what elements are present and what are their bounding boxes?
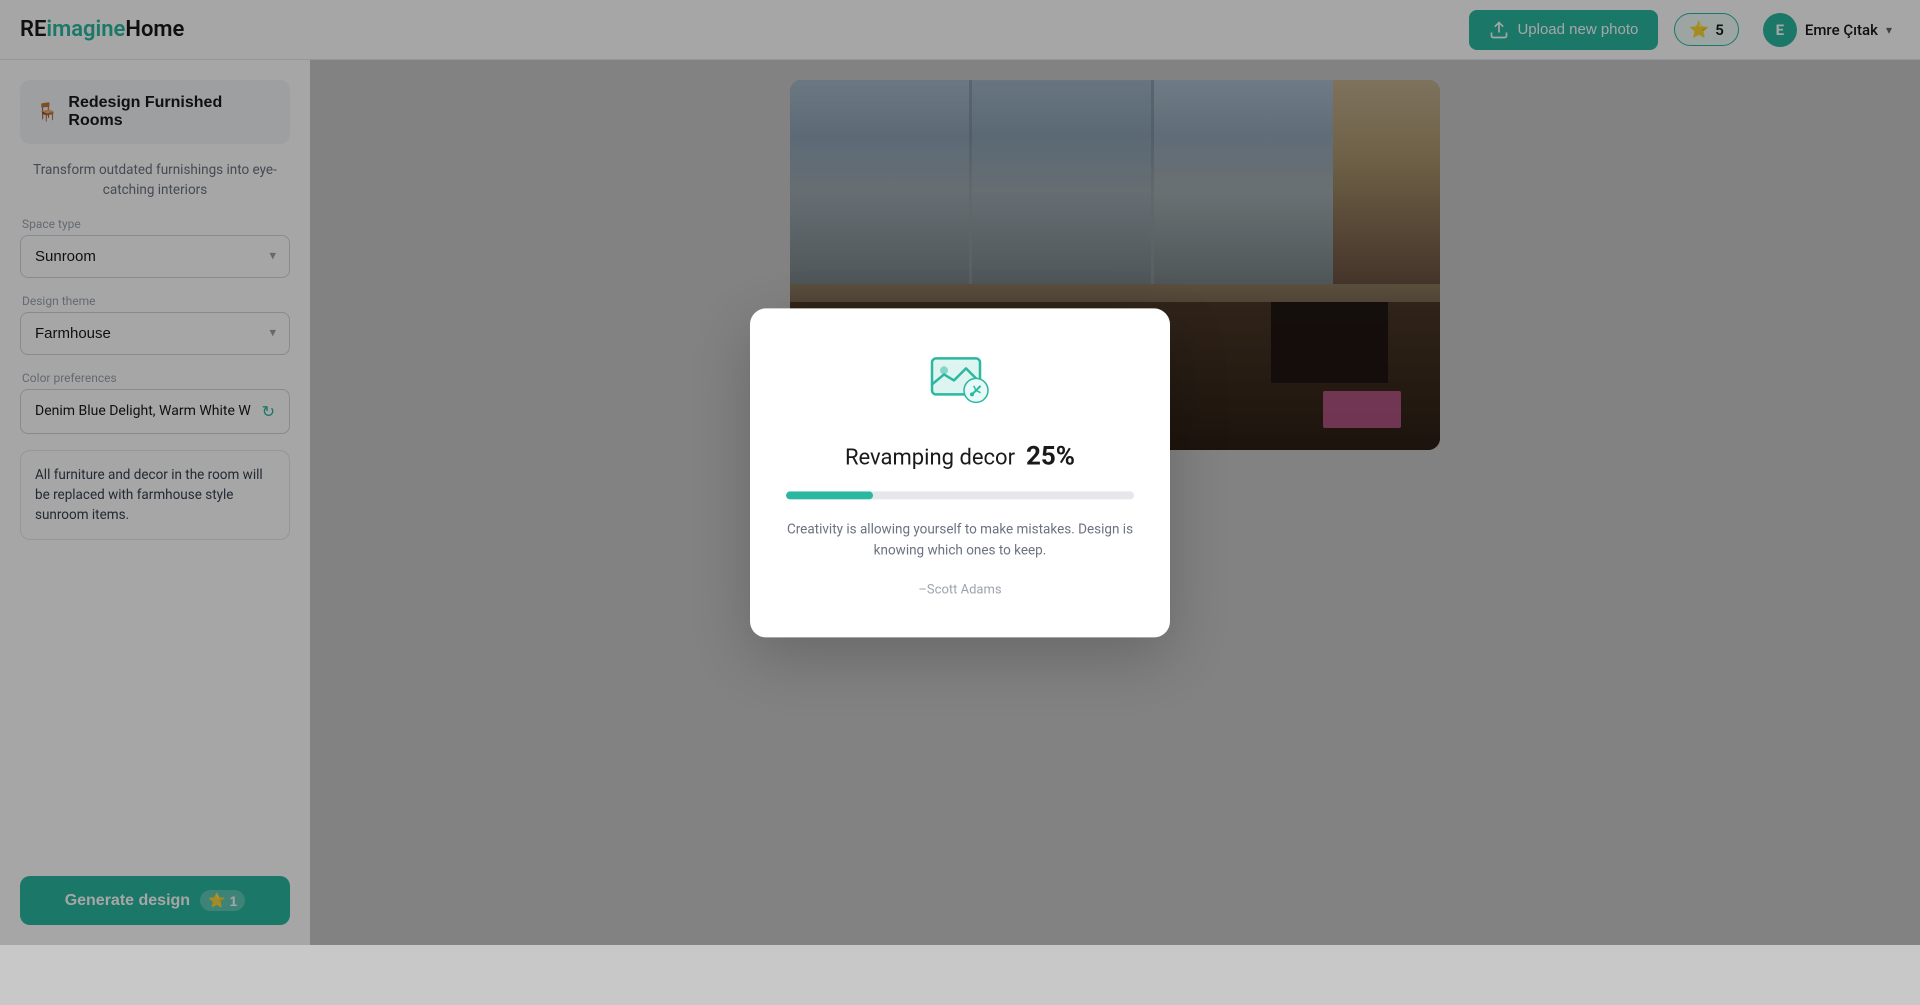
progress-bar-fill [786,491,873,499]
progress-bar-container [786,491,1134,499]
modal-title-prefix: Revamping decor [845,445,1015,470]
progress-modal: Revamping decor 25% Creativity is allowi… [750,308,1170,637]
redesign-progress-icon [928,348,992,412]
modal-progress-percent: 25% [1026,441,1075,471]
modal-icon [928,348,992,421]
modal-title: Revamping decor 25% [845,441,1075,471]
modal-author: –Scott Adams [918,582,1001,597]
modal-quote: Creativity is allowing yourself to make … [786,519,1134,562]
